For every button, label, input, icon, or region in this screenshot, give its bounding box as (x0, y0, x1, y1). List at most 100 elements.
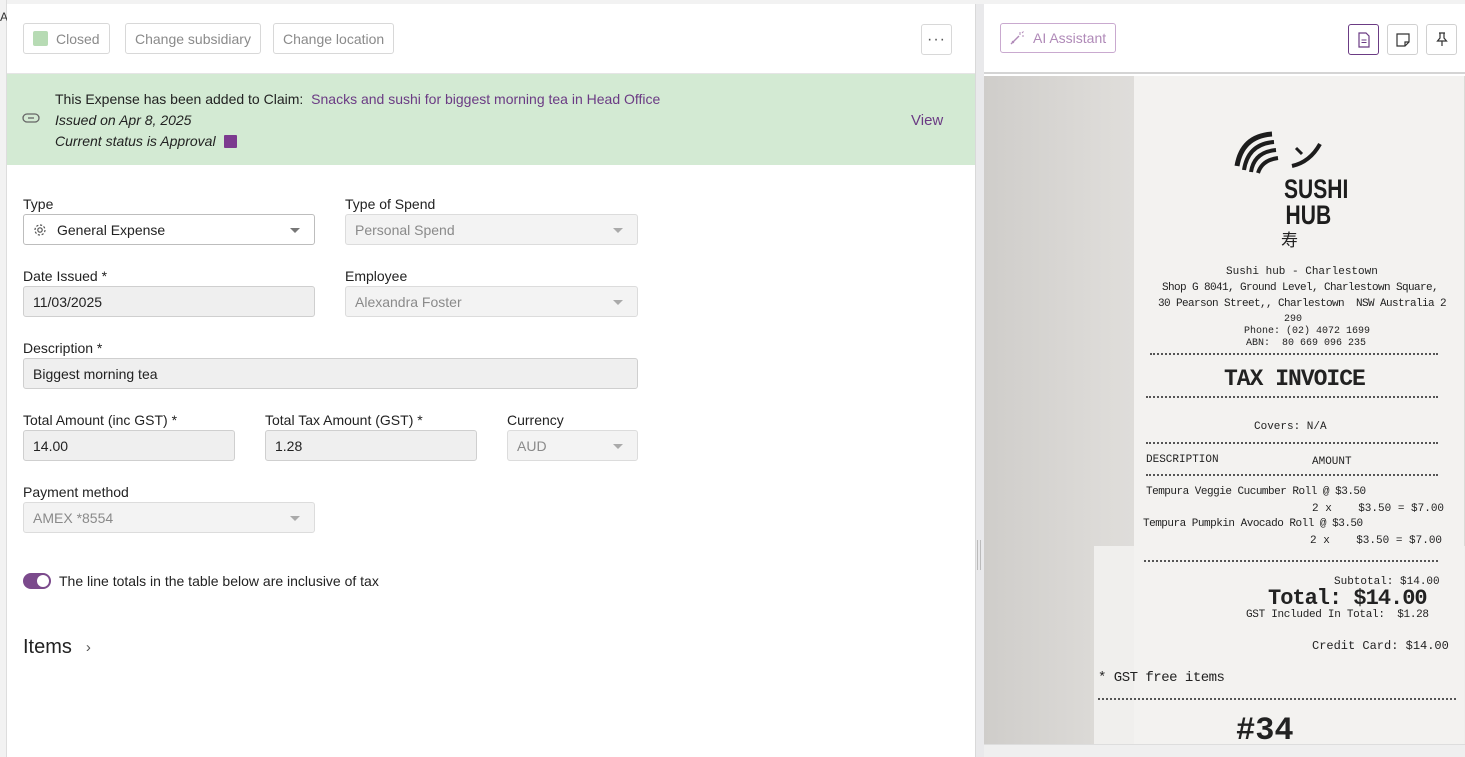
receipt-phone: Phone: (02) 4072 1699 (1244, 326, 1371, 337)
type-of-spend-value: Personal Spend (355, 221, 455, 238)
document-icon (1357, 31, 1370, 48)
receipt-brand-kanji: 寿 (1281, 233, 1298, 252)
gear-icon (33, 223, 47, 237)
note-icon (1395, 32, 1410, 47)
receipt-col-amount: AMOUNT (1312, 456, 1352, 468)
receipt-gst: GST Included In Total: $1.28 (1246, 609, 1429, 621)
notes-button[interactable] (1387, 24, 1418, 55)
receipt-separator (1098, 698, 1456, 704)
receipt-covers: Covers: N/A (1254, 421, 1327, 433)
receipt-address-3: 290 (1284, 314, 1303, 325)
total-tax-value: 1.28 (275, 437, 303, 454)
receipt-total: Total: $14.00 (1268, 586, 1428, 611)
payment-method-value: AMEX *8554 (33, 509, 114, 526)
status-button[interactable]: Closed (23, 23, 110, 54)
banner-status-line: Current status is Approval (55, 133, 237, 149)
more-icon: ··· (927, 30, 946, 48)
payment-method-label: Payment method (23, 484, 129, 500)
total-amount-value: 14.00 (33, 437, 69, 454)
chevron-down-icon (613, 444, 623, 449)
receipt-separator (1144, 560, 1438, 566)
description-input[interactable]: Biggest morning tea (23, 358, 638, 389)
receipt-horizontal-scrollbar[interactable] (984, 744, 1465, 757)
ai-assistant-button[interactable]: AI Assistant (1000, 23, 1117, 53)
receipt-separator (1146, 396, 1438, 402)
receipt-brand-line1: SUSHI (1284, 174, 1349, 204)
total-amount-label: Total Amount (inc GST) * (23, 412, 178, 428)
currency-value: AUD (517, 437, 547, 454)
receipt-brand-line2: HUB (1285, 200, 1332, 230)
type-of-spend-label: Type of Spend (345, 196, 436, 212)
banner-status-text: Current status is Approval (55, 133, 216, 149)
employee-value: Alexandra Foster (355, 293, 462, 310)
total-tax-label: Total Tax Amount (GST) * (265, 412, 423, 428)
chevron-down-icon (613, 300, 623, 305)
items-heading: Items (23, 636, 72, 658)
panel-resize-handle[interactable] (977, 540, 981, 570)
receipt-gst-free: * GST free items (1098, 670, 1225, 686)
approval-status-swatch (223, 134, 237, 148)
banner-added-text: This Expense has been added to Claim: (55, 91, 304, 107)
receipt-brand-name: SUSHI HUB (1284, 174, 1349, 230)
claim-name-link[interactable]: Snacks and sushi for biggest morning tea… (311, 91, 660, 107)
receipt-panel: AI Assistant SUSHI HUB 寿 Sushi hub - Cha… (984, 4, 1465, 757)
pin-icon (1435, 32, 1448, 46)
type-select[interactable]: General Expense (23, 214, 315, 245)
view-claim-link[interactable]: View (911, 112, 943, 129)
receipt-address-2: 30 Pearson Street,, Charlestown NSW Aust… (1158, 298, 1447, 310)
total-tax-input[interactable]: 1.28 (265, 430, 477, 461)
receipt-item-2-name: Tempura Pumpkin Avocado Roll @ $3.50 (1143, 518, 1363, 530)
receipt-image: SUSHI HUB 寿 Sushi hub - Charlestown Shop… (984, 76, 1465, 744)
status-color-swatch (33, 31, 48, 46)
type-value: General Expense (57, 221, 166, 238)
receipt-separator (1150, 353, 1438, 359)
date-issued-input[interactable]: 11/03/2025 (23, 286, 315, 317)
chevron-down-icon (613, 228, 623, 233)
receipt-abn: ABN: 80 669 096 235 (1246, 338, 1367, 349)
receipt-credit-card: Credit Card: $14.00 (1312, 639, 1449, 653)
status-label: Closed (56, 30, 100, 47)
total-amount-input[interactable]: 14.00 (23, 430, 235, 461)
employee-select[interactable]: Alexandra Foster (345, 286, 638, 317)
link-icon (22, 113, 40, 123)
receipt-item-2-calc: 2 x $3.50 = $7.00 (1310, 535, 1443, 547)
change-location-button[interactable]: Change location (273, 23, 395, 54)
currency-select[interactable]: AUD (507, 430, 638, 461)
receipt-address-1: Shop G 8041, Ground Level, Charlestown S… (1162, 282, 1439, 294)
payment-method-select[interactable]: AMEX *8554 (23, 502, 315, 533)
receipt-order-number: #34 (1236, 712, 1294, 744)
inclusive-tax-label: The line totals in the table below are i… (59, 573, 379, 589)
claim-banner: This Expense has been added to Claim: Sn… (7, 74, 975, 165)
expense-form-panel: Closed Change subsidiary Change location… (7, 4, 976, 757)
pin-button[interactable] (1426, 24, 1457, 55)
receipt-col-description: DESCRIPTION (1146, 454, 1219, 466)
form-toolbar: Closed Change subsidiary Change location… (7, 4, 975, 74)
document-view-button[interactable] (1348, 24, 1379, 55)
currency-label: Currency (507, 412, 564, 428)
ai-assistant-label: AI Assistant (1033, 30, 1107, 46)
receipt-separator (1146, 474, 1438, 480)
toggle-knob (37, 575, 49, 587)
receipt-title: TAX INVOICE (1224, 366, 1366, 392)
change-subsidiary-button[interactable]: Change subsidiary (125, 23, 261, 54)
banner-claim-line: This Expense has been added to Claim: Sn… (55, 91, 660, 107)
receipt-separator (1146, 442, 1438, 448)
magic-wand-icon (1010, 31, 1024, 45)
receipt-toolbar: AI Assistant (984, 4, 1465, 74)
type-of-spend-select[interactable]: Personal Spend (345, 214, 638, 245)
chevron-down-icon (290, 516, 300, 521)
chevron-down-icon (290, 228, 300, 233)
inclusive-tax-toggle[interactable] (23, 573, 51, 589)
description-label: Description * (23, 340, 103, 356)
items-section-header[interactable]: Items › (23, 636, 91, 659)
description-value: Biggest morning tea (33, 365, 158, 382)
receipt-store-name: Sushi hub - Charlestown (1226, 266, 1378, 278)
date-issued-value: 11/03/2025 (33, 293, 103, 310)
window-left-edge: A (0, 0, 8, 757)
chevron-right-icon: › (85, 639, 91, 656)
date-issued-label: Date Issued * (23, 268, 108, 284)
more-options-button[interactable]: ··· (921, 24, 952, 55)
banner-issued-date: Issued on Apr 8, 2025 (55, 112, 192, 128)
receipt-item-1-name: Tempura Veggie Cucumber Roll @ $3.50 (1146, 486, 1366, 498)
type-label: Type (23, 196, 54, 212)
